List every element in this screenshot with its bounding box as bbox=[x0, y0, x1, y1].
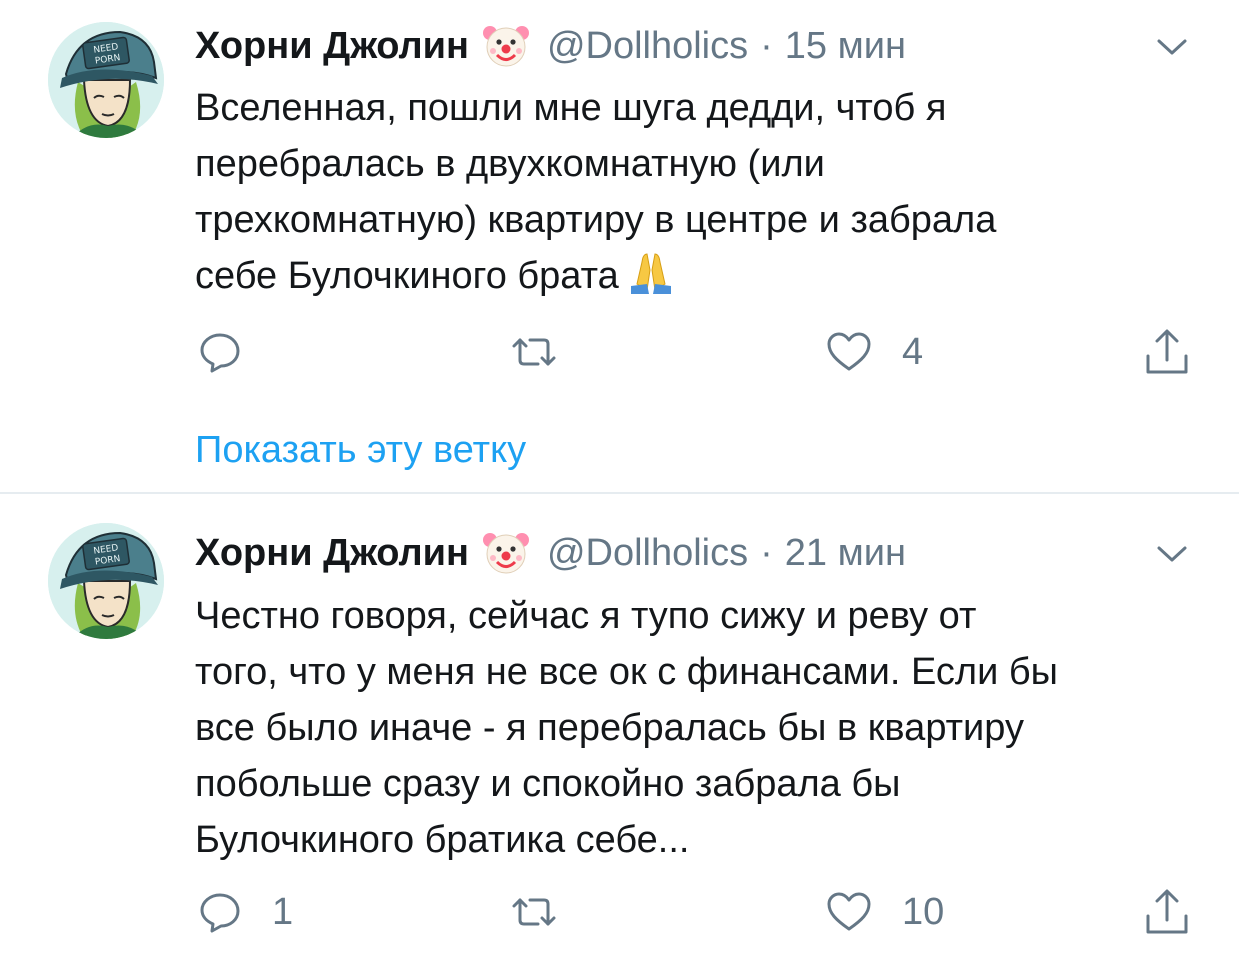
tweet[interactable]: NEED PORN Хорни Джолин @Dollholics · 21 bbox=[0, 493, 1239, 977]
tweet-text-line: побольше сразу и спокойно забрала бы bbox=[195, 763, 901, 805]
reply-button[interactable]: 1 bbox=[198, 887, 293, 937]
retweet-button[interactable] bbox=[508, 327, 590, 377]
like-button[interactable]: 4 bbox=[826, 327, 923, 377]
show-thread-link[interactable]: Показать эту ветку bbox=[195, 429, 526, 472]
tweet-text-line-last: себе Булочкиного брата bbox=[195, 248, 1205, 304]
share-button[interactable] bbox=[1143, 327, 1191, 377]
chevron-down-icon[interactable] bbox=[1155, 36, 1189, 60]
tweet-text: Вселенная, пошли мне шуга дедди, чтоб я … bbox=[195, 80, 1205, 304]
tweet-actions: 4 bbox=[0, 327, 1239, 377]
tweet-text-fragment: себе Булочкиного брата bbox=[195, 255, 619, 297]
clown-face-icon bbox=[481, 23, 531, 69]
tweet-header: Хорни Джолин @Dollholics · 15 мин bbox=[195, 21, 906, 71]
separator-dot: · bbox=[760, 531, 773, 574]
heart-icon bbox=[827, 332, 871, 371]
heart-icon bbox=[827, 892, 871, 931]
avatar[interactable]: NEED PORN bbox=[48, 523, 164, 639]
tweet-text: Честно говоря, сейчас я тупо сижу и реву… bbox=[195, 588, 1205, 868]
avatar[interactable]: NEED PORN bbox=[48, 22, 164, 138]
tweet-text-line: Вселенная, пошли мне шуга дедди, чтоб я bbox=[195, 87, 947, 129]
tweet-text-line: Булочкиного братика себе... bbox=[195, 819, 690, 861]
reply-icon bbox=[200, 893, 240, 933]
tweet-header: Хорни Джолин @Dollholics · 21 мин bbox=[195, 528, 906, 578]
share-icon bbox=[1146, 329, 1188, 374]
folded-hands-icon bbox=[627, 250, 675, 294]
tweet-actions: 1 10 bbox=[0, 887, 1239, 937]
clown-face-icon bbox=[481, 530, 531, 576]
retweet-icon bbox=[512, 338, 556, 366]
tweet-text-line: все было иначе - я перебралась бы в квар… bbox=[195, 707, 1024, 749]
separator-dot: · bbox=[760, 24, 773, 67]
user-handle[interactable]: @Dollholics bbox=[547, 25, 748, 68]
tweet-text-line: трехкомнатную) квартиру в центре и забра… bbox=[195, 199, 997, 241]
tweet-text-line: перебралась в двухкомнатную (или bbox=[195, 143, 825, 185]
user-handle[interactable]: @Dollholics bbox=[547, 532, 748, 575]
chevron-down-icon[interactable] bbox=[1155, 543, 1189, 567]
like-count: 10 bbox=[902, 890, 945, 933]
share-button[interactable] bbox=[1143, 887, 1191, 937]
share-icon bbox=[1146, 889, 1188, 934]
timestamp[interactable]: 21 мин bbox=[785, 532, 906, 575]
reply-icon bbox=[200, 333, 240, 373]
tweet-text-line: Честно говоря, сейчас я тупо сижу и реву… bbox=[195, 595, 977, 637]
reply-button[interactable] bbox=[198, 327, 272, 377]
tweet[interactable]: NEED PORN Хорни Джолин @Dollholics · 15 bbox=[0, 0, 1239, 493]
tweet-text-line: того, что у меня не все ок с финансами. … bbox=[195, 651, 1058, 693]
display-name[interactable]: Хорни Джолин bbox=[195, 25, 469, 68]
avatar-illustration: NEED PORN bbox=[48, 22, 164, 138]
like-count: 4 bbox=[902, 330, 924, 373]
retweet-button[interactable] bbox=[508, 887, 590, 937]
reply-count: 1 bbox=[272, 890, 294, 933]
timestamp[interactable]: 15 мин bbox=[785, 25, 906, 68]
display-name[interactable]: Хорни Джолин bbox=[195, 532, 469, 575]
avatar-illustration: NEED PORN bbox=[48, 523, 164, 639]
retweet-icon bbox=[512, 898, 556, 926]
like-button[interactable]: 10 bbox=[826, 887, 944, 937]
